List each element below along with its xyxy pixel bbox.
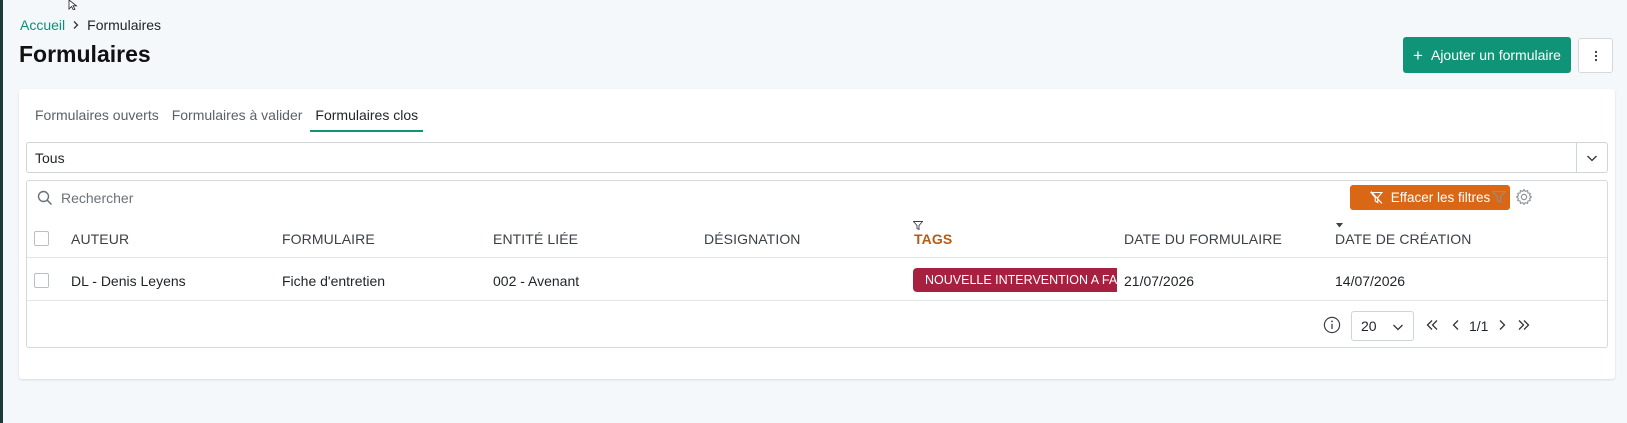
column-designation[interactable]: DÉSIGNATION — [704, 231, 801, 247]
pagination-bar: 20 1/1 — [27, 302, 1607, 347]
select-divider — [1576, 143, 1577, 172]
column-form-date[interactable]: DATE DU FORMULAIRE — [1124, 231, 1282, 247]
status-filter-select[interactable]: Tous — [26, 142, 1608, 173]
tab-forms-to-validate[interactable]: Formulaires à valider — [167, 107, 308, 132]
previous-page-icon[interactable] — [1449, 318, 1463, 332]
tab-bar: Formulaires ouverts Formulaires à valide… — [30, 107, 426, 132]
add-form-button-label: Ajouter un formulaire — [1430, 47, 1561, 63]
page-title: Formulaires — [19, 41, 151, 67]
column-created-date[interactable]: DATE DE CRÉATION — [1335, 231, 1471, 247]
clear-filters-button[interactable]: Effacer les filtres — [1350, 185, 1510, 210]
cell-entity: 002 - Avenant — [493, 273, 580, 289]
sort-desc-icon — [1336, 223, 1343, 228]
breadcrumb-current: Formulaires — [87, 17, 162, 33]
filter-icon[interactable] — [1492, 190, 1506, 204]
tag-badge: NOUVELLE INTERVENTION A FAIRE — [913, 268, 1117, 292]
search-input[interactable] — [61, 190, 361, 206]
next-page-icon[interactable] — [1495, 318, 1509, 332]
table-row[interactable]: DL - Denis Leyens Fiche d'entretien 002 … — [27, 259, 1607, 301]
breadcrumb-home-link[interactable]: Accueil — [20, 17, 65, 33]
filter-off-icon — [1369, 191, 1383, 204]
select-all-checkbox[interactable] — [34, 231, 49, 246]
first-page-icon[interactable] — [1425, 318, 1439, 332]
add-form-button[interactable]: + Ajouter un formulaire — [1403, 37, 1571, 73]
gear-icon[interactable] — [1515, 188, 1533, 206]
chevron-down-icon — [1393, 324, 1403, 331]
chevron-down-icon — [1587, 155, 1597, 162]
column-author[interactable]: AUTEUR — [71, 231, 129, 247]
row-checkbox[interactable] — [34, 273, 49, 288]
search-bar — [37, 187, 361, 209]
tab-closed-forms[interactable]: Formulaires clos — [310, 107, 424, 132]
cell-author: DL - Denis Leyens — [71, 273, 186, 289]
clear-filters-label: Effacer les filtres — [1390, 190, 1491, 205]
cell-form: Fiche d'entretien — [282, 273, 386, 289]
cell-created-date: 14/07/2026 — [1335, 273, 1406, 289]
table-header: AUTEUR FORMULAIRE ENTITÉ LIÉE DÉSIGNATIO… — [27, 217, 1607, 258]
column-tags[interactable]: TAGS — [914, 231, 952, 247]
forms-card: Formulaires ouverts Formulaires à valide… — [19, 89, 1615, 379]
vertical-dots-icon — [1594, 50, 1597, 61]
plus-icon: + — [1413, 45, 1423, 65]
page-size-select[interactable]: 20 — [1351, 311, 1414, 341]
cell-form-date: 21/07/2026 — [1124, 273, 1195, 289]
mouse-cursor-icon — [68, 0, 78, 10]
breadcrumb: Accueil Formulaires — [20, 17, 161, 33]
info-icon[interactable] — [1323, 316, 1341, 334]
window-edge — [0, 0, 3, 423]
status-filter-value: Tous — [35, 149, 65, 166]
column-form[interactable]: FORMULAIRE — [282, 231, 375, 247]
page-indicator: 1/1 — [1469, 318, 1489, 334]
forms-table: Effacer les filtres AUTEUR FORMULAIRE EN… — [26, 180, 1608, 348]
page-size-value: 20 — [1361, 318, 1377, 334]
last-page-icon[interactable] — [1517, 318, 1531, 332]
tab-open-forms[interactable]: Formulaires ouverts — [30, 107, 164, 132]
search-icon — [37, 190, 53, 206]
column-filter-active-icon — [913, 221, 923, 230]
more-options-button[interactable] — [1578, 38, 1613, 73]
chevron-right-icon — [73, 21, 79, 29]
column-entity[interactable]: ENTITÉ LIÉE — [493, 231, 578, 247]
